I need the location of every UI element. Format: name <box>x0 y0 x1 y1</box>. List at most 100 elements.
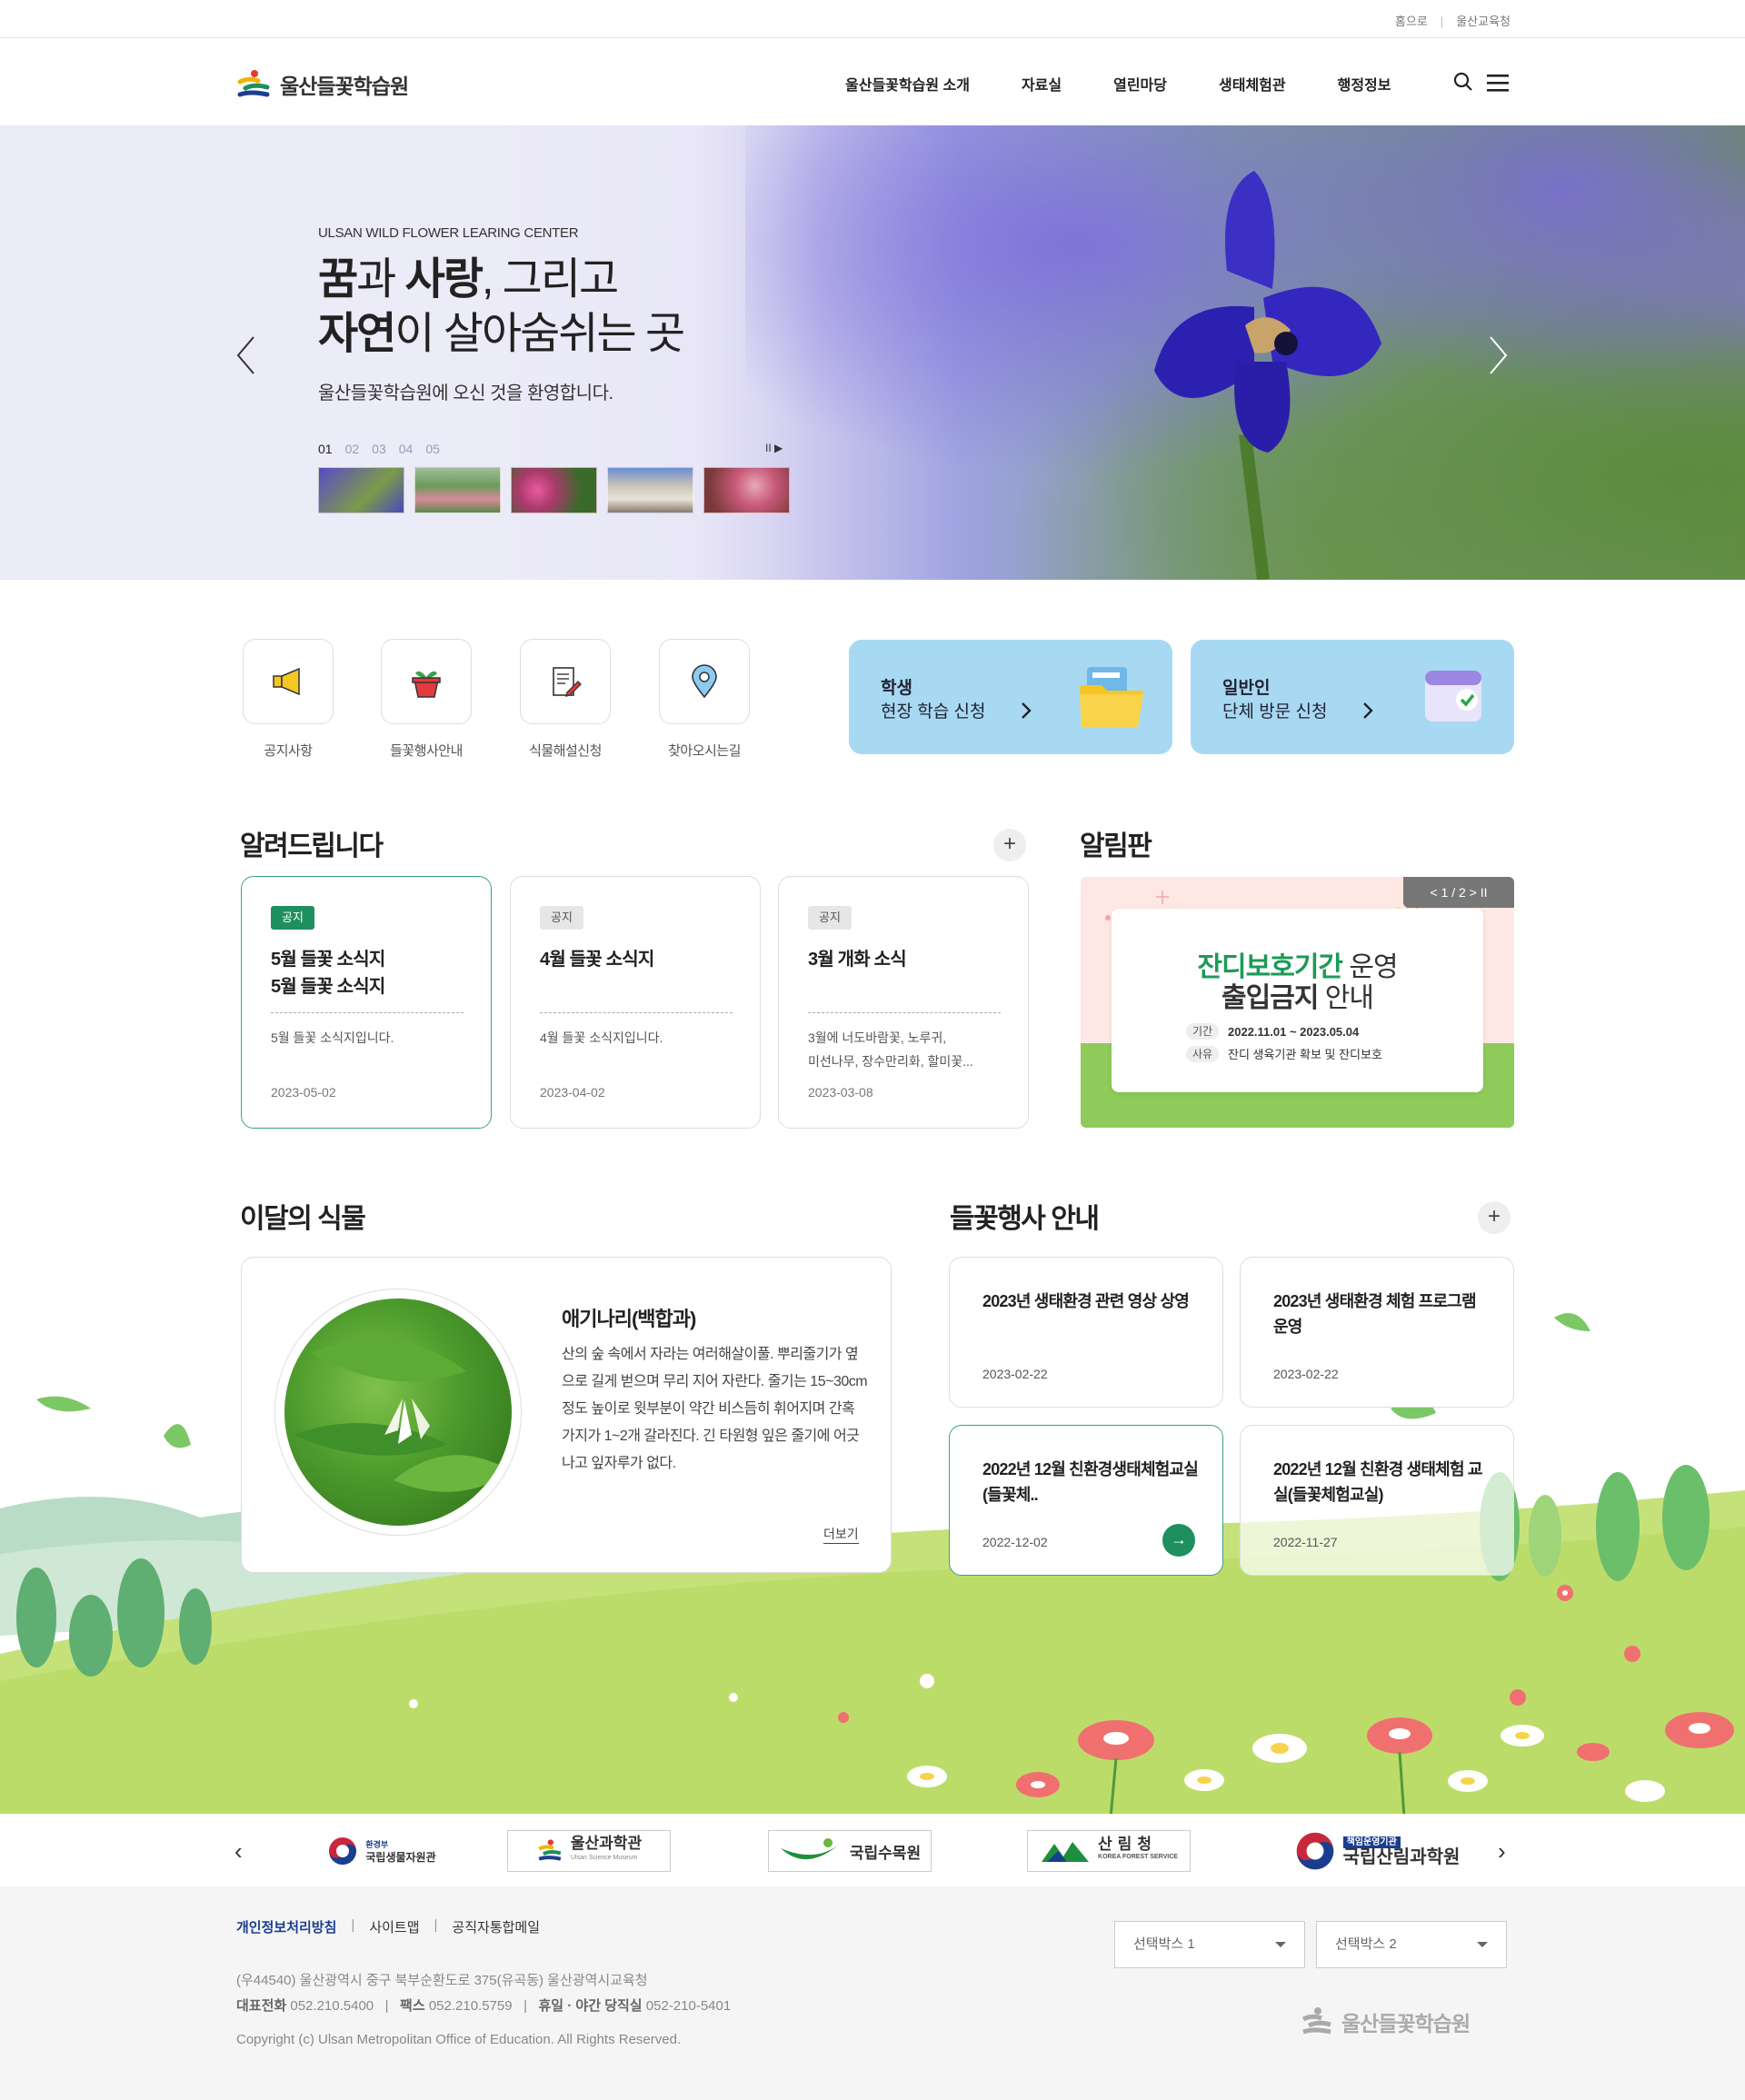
calendar-check-icon <box>1425 671 1481 722</box>
taegeuk-emblem-icon <box>329 1837 357 1865</box>
search-icon[interactable] <box>1452 71 1474 93</box>
hero-title-word: 자연 <box>318 310 396 358</box>
location-pin-icon <box>692 664 717 699</box>
hero-page-3[interactable]: 03 <box>372 442 386 456</box>
chevron-right-icon <box>1022 702 1032 719</box>
hero-prev-arrow-icon[interactable] <box>234 333 261 378</box>
plant-more-link[interactable]: 더보기 <box>823 1525 859 1544</box>
partner-logo[interactable]: 국립수목원 <box>768 1830 932 1872</box>
main-nav: 울산들꽃학습원 소개 자료실 열린마당 생태체험관 행정정보 <box>845 73 1391 95</box>
notice-more-button[interactable]: + <box>993 829 1026 861</box>
hero-page-2[interactable]: 02 <box>345 442 360 456</box>
hero-page-5[interactable]: 05 <box>425 442 440 456</box>
nav-item-eco-hall[interactable]: 생태체험관 <box>1219 73 1286 95</box>
event-card[interactable]: 2022년 12월 친환경생태체험교실(들꽃체.. 2022-12-02 → <box>949 1425 1223 1576</box>
logo-mark-icon <box>1301 2007 1331 2035</box>
apply-title: 학생 <box>881 679 912 698</box>
notice-date: 2023-04-02 <box>540 1085 605 1100</box>
board-reason-row: 사유 잔디 생육기관 확보 및 잔디보호 <box>1186 1045 1382 1062</box>
plant-photo <box>274 1289 522 1536</box>
notice-card[interactable]: 공지 3월 개화 소식 3월에 너도바람꽃, 노루귀, 미선나무, 장수만리화,… <box>778 876 1029 1129</box>
event-date: 2022-12-02 <box>982 1535 1048 1549</box>
official-mail-link[interactable]: 공직자통합메일 <box>452 1917 540 1936</box>
partner-name: 산림청 KOREA FOREST SERVICE <box>1098 1836 1178 1864</box>
hero-page-4[interactable]: 04 <box>399 442 414 456</box>
nav-item-about[interactable]: 울산들꽃학습원 소개 <box>845 73 970 95</box>
event-card[interactable]: 2022년 12월 친환경 생태체험 교실(들꽃체험교실) 2022-11-27 <box>1240 1425 1514 1576</box>
partner-sub: 환경부 <box>365 1840 389 1849</box>
partners-next-button[interactable]: › <box>1498 1837 1506 1866</box>
thumbnail-iris[interactable] <box>318 467 404 513</box>
contact-label: 팩스 <box>400 1998 425 2014</box>
event-title: 2022년 12월 친환경 생태체험 교실(들꽃체험교실) <box>1273 1460 1482 1504</box>
contact-value: 052-210-5401 <box>645 1998 732 2014</box>
apply-title: 일반인 <box>1222 679 1271 698</box>
quick-link-label: 들꽃행사안내 <box>390 743 463 759</box>
flower-pot-icon <box>412 671 441 698</box>
hero-subtitle: ULSAN WILD FLOWER LEARING CENTER <box>318 225 579 241</box>
partner-label: 국립산림과학원 <box>1342 1846 1461 1867</box>
partner-logo[interactable]: 책임운영기관 국립산림과학원 <box>1281 1830 1472 1872</box>
notice-card[interactable]: 공지 5월 들꽃 소식지 5월 들꽃 소식지 5월 들꽃 소식지입니다. 202… <box>241 876 492 1129</box>
hero-title-word: 과 <box>356 255 405 304</box>
thumbnail-blossom-tree[interactable] <box>607 467 693 513</box>
partner-label: 국립생물자원관 <box>365 1851 436 1864</box>
partners-prev-button[interactable]: ‹ <box>234 1837 243 1866</box>
contact-label: 대표전화 <box>236 1998 287 2014</box>
hero-description: 울산들꽃학습원에 오신 것을 환영합니다. <box>318 383 613 403</box>
plant-section-title: 이달의 식물 <box>240 1204 366 1234</box>
notice-card[interactable]: 공지 4월 들꽃 소식지 4월 들꽃 소식지입니다. 2023-04-02 <box>510 876 761 1129</box>
hero-page-1[interactable]: 01 <box>318 442 333 456</box>
event-card[interactable]: 2023년 생태환경 관련 영상 상영 2023-02-22 <box>949 1257 1223 1408</box>
board-label: 기간 <box>1186 1023 1219 1040</box>
partner-logo[interactable]: 산림청 KOREA FOREST SERVICE <box>1027 1830 1191 1872</box>
nav-item-admin-info[interactable]: 행정정보 <box>1338 73 1391 95</box>
hero-title-word: 꿈 <box>318 255 358 304</box>
sitemap-link[interactable]: 사이트맵 <box>369 1917 419 1936</box>
announcement-board[interactable]: 잔디보호기간 운영 출입금지 안내 기간 2022.11.01 ~ 2023.05… <box>1081 877 1514 1128</box>
home-link[interactable]: 홈으로 <box>1395 12 1428 29</box>
privacy-policy-link[interactable]: 개인정보처리방침 <box>236 1917 336 1936</box>
board-headline-highlight: 잔디보호기간 <box>1197 952 1343 982</box>
quick-link-directions[interactable]: 찾아오시는길 <box>659 639 750 760</box>
quick-link-notice[interactable]: 공지사항 <box>243 639 334 760</box>
contact-value: 052.210.5400 <box>290 1998 374 2014</box>
arboretum-swoosh-icon <box>780 1838 839 1860</box>
megaphone-icon <box>273 667 300 696</box>
plant-of-month-card: 애기나리(백합과) 산의 숲 속에서 자라는 여러해살이풀. 뿌리줄기가 옆으로… <box>241 1257 892 1573</box>
notice-tag: 공지 <box>808 906 852 930</box>
board-section-title: 알림판 <box>1080 831 1152 861</box>
partner-logo[interactable]: 환경부국립생물자원관 <box>300 1830 464 1872</box>
logo-mark-icon <box>237 70 270 97</box>
event-title: 2023년 생태환경 체험 프로그램 운영 <box>1273 1292 1477 1336</box>
hero-play-pause-button[interactable]: II ▶ <box>765 442 783 454</box>
event-card[interactable]: 2023년 생태환경 체험 프로그램 운영 2023-02-22 <box>1240 1257 1514 1408</box>
select-box-1[interactable]: 선택박스 1 <box>1114 1921 1305 1968</box>
quick-link-events[interactable]: 들꽃행사안내 <box>381 639 472 760</box>
hamburger-menu-icon[interactable] <box>1487 73 1509 93</box>
arrow-right-icon[interactable]: → <box>1162 1524 1195 1557</box>
partner-sub: KOREA FOREST SERVICE <box>1098 1854 1178 1860</box>
quick-link-plant-guide[interactable]: 식물해설신청 <box>520 639 611 760</box>
board-pager-controls[interactable]: < 1 / 2 > II <box>1403 877 1514 908</box>
partner-logo[interactable]: 울산과학관 Ulsan Science Museum <box>507 1830 671 1872</box>
select-box-2[interactable]: 선택박스 2 <box>1316 1921 1507 1968</box>
quick-link-box <box>659 639 750 724</box>
thumbnail-pink-flowers[interactable] <box>511 467 597 513</box>
nav-item-open-forum[interactable]: 열린마당 <box>1113 73 1167 95</box>
notice-title: 3월 개화 소식 <box>808 950 907 970</box>
hero-slider: ULSAN WILD FLOWER LEARING CENTER 꿈과 사랑, … <box>0 125 1745 580</box>
partner-label: 국립수목원 <box>849 1844 922 1862</box>
thumbnail-plum-blossom[interactable] <box>703 467 790 513</box>
events-more-button[interactable]: + <box>1478 1201 1511 1234</box>
site-logo[interactable]: 울산들꽃학습원 <box>236 69 409 100</box>
student-field-trip-apply-card[interactable]: 학생 현장 학습 신청 <box>849 640 1172 754</box>
thumbnail-field[interactable] <box>414 467 501 513</box>
board-notice-paper: 잔디보호기간 운영 출입금지 안내 기간 2022.11.01 ~ 2023.05… <box>1112 909 1483 1092</box>
group-visit-apply-card[interactable]: 일반인 단체 방문 신청 <box>1191 640 1514 754</box>
office-link[interactable]: 울산교육청 <box>1456 12 1511 29</box>
hero-next-arrow-icon[interactable] <box>1483 333 1511 378</box>
nav-item-archive[interactable]: 자료실 <box>1022 73 1062 95</box>
contact-line: 대표전화 052.210.5400 | 팩스 052.210.5759 | 휴일… <box>236 1998 732 2014</box>
plant-name: 애기나리(백합과) <box>562 1308 696 1330</box>
